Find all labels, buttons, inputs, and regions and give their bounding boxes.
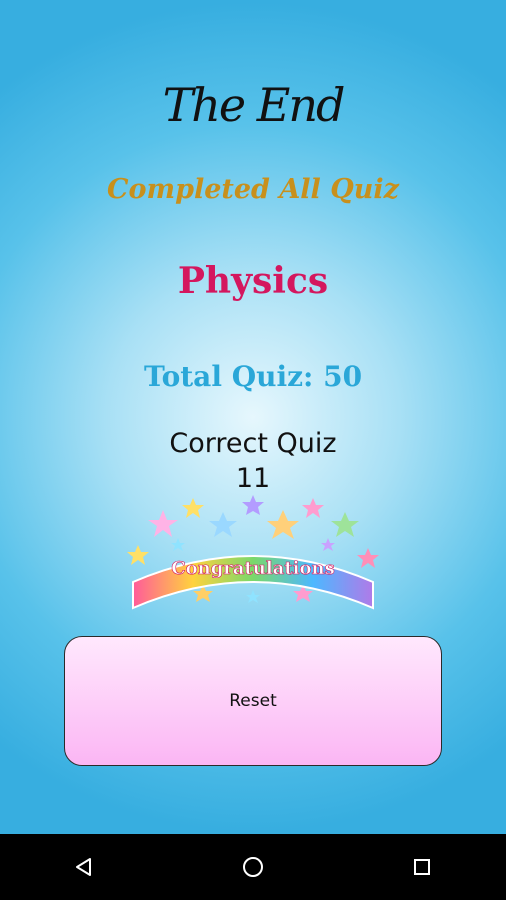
subject-title: Physics [177,260,329,302]
completed-text: Completed All Quiz [107,174,399,205]
total-quiz: Total Quiz: 50 [143,360,363,393]
nav-home-button[interactable] [208,834,298,900]
android-nav-bar [0,834,506,900]
nav-recents-button[interactable] [377,834,467,900]
the-end-title: The End [162,78,346,132]
correct-quiz-label: Correct Quiz [169,428,337,459]
congratulations-image: Congratulations [127,495,379,610]
congratulations-text: Congratulations [171,558,334,579]
reset-button[interactable]: Reset [64,636,442,766]
recents-square-icon [413,859,430,875]
nav-back-button[interactable] [39,834,129,900]
home-circle-icon [242,857,263,877]
back-triangle-icon [76,858,92,876]
quiz-result-screen: The End Completed All Quiz Physics Total… [0,0,506,834]
